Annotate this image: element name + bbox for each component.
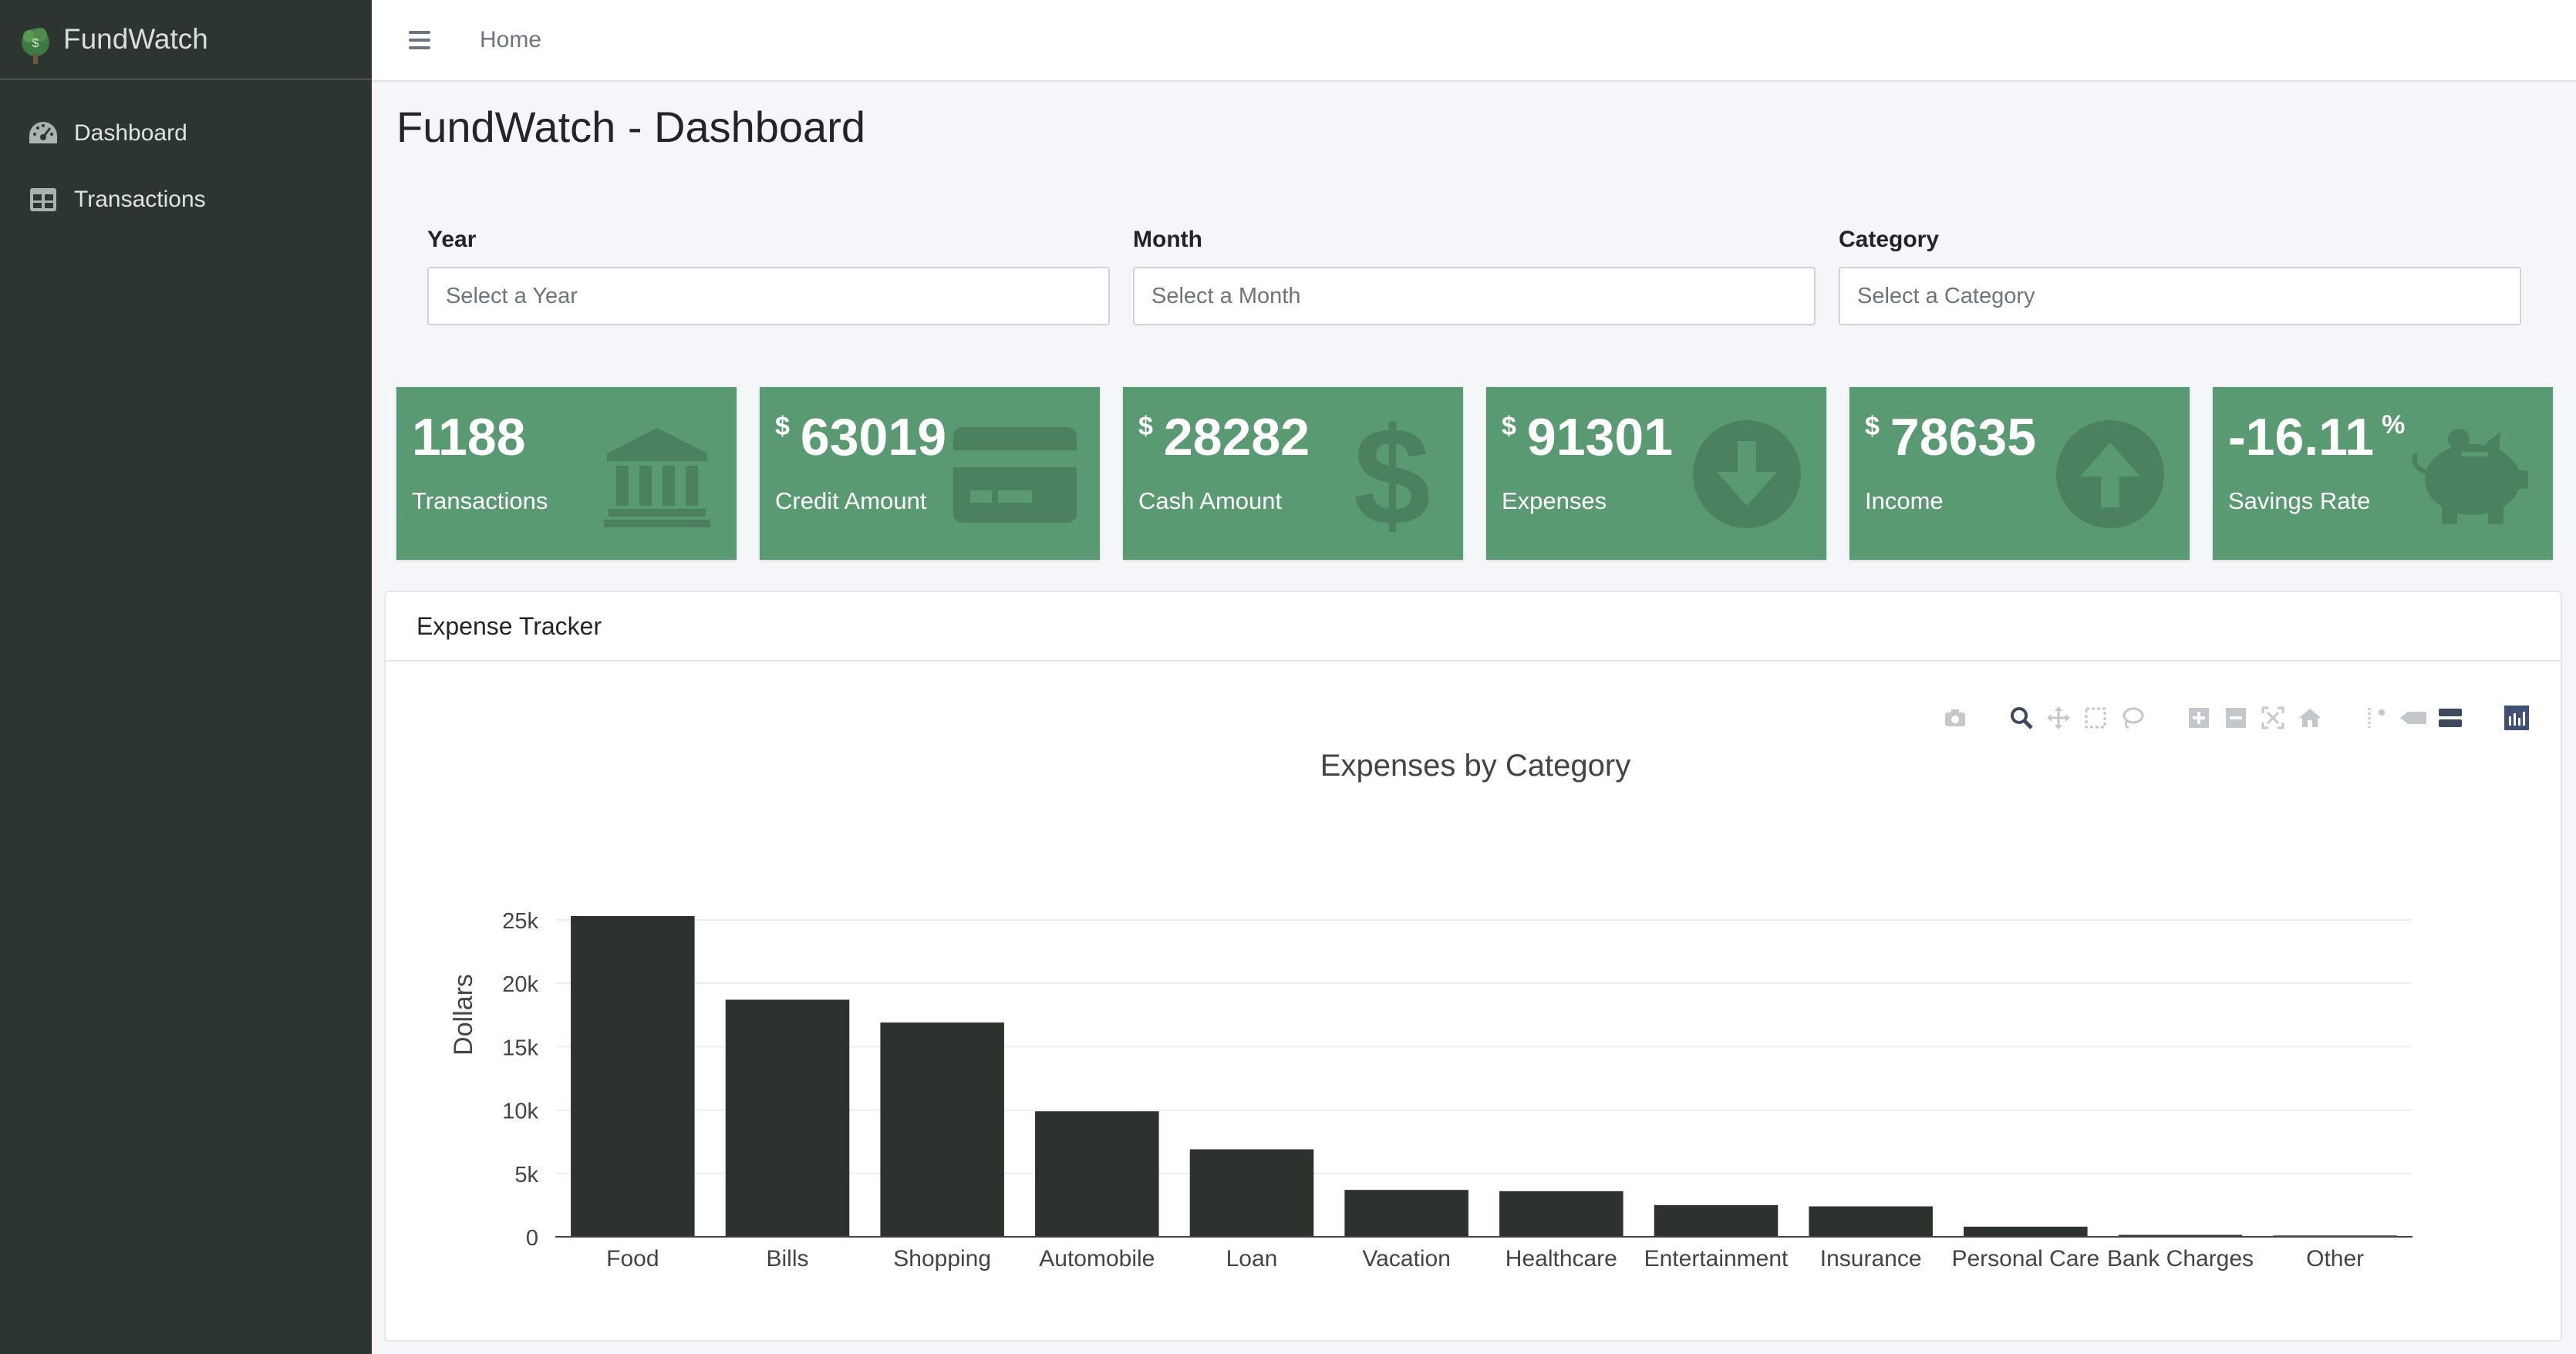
currency-symbol: $ [775,412,790,441]
stat-card-cash-amount: $ 28282 Cash Amount $ [1123,387,1463,560]
stat-value: -16.11 [2228,408,2375,466]
stat-value: 78635 [1890,408,2037,466]
currency-symbol: $ [1865,412,1880,441]
filter-bar: Year Month Category [427,227,2522,325]
credit-card-icon [953,416,1078,532]
bar-vacation[interactable] [1344,1190,1468,1237]
x-tick-label: Bank Charges [2107,1246,2254,1271]
bar-food[interactable] [571,916,695,1237]
stat-value: 63019 [800,408,947,466]
svg-text:$: $ [32,37,39,50]
y-tick-label: 25k [502,909,538,934]
brand-logo-icon: $ [17,8,54,70]
expenses-bar-chart: Expenses by Category Dollars 0 5k 10k 15k 20… [449,749,2412,1271]
stat-cards: 1188 Transactions $ 63019 Credit Amount [396,387,2553,560]
sidebar-item-label: Transactions [74,187,206,212]
tachometer-icon [28,118,59,149]
stat-value: 91301 [1526,408,1674,466]
panel-title: Expense Tracker [386,592,2561,662]
stat-value: 28282 [1163,408,1310,466]
arrow-down-circle-icon [1689,416,1805,532]
y-tick-label: 20k [502,972,538,997]
bars [571,916,2397,1237]
y-axis-label: Dollars [449,974,478,1056]
stat-label: Cash Amount [1138,487,1283,514]
stat-card-credit-amount: $ 63019 Credit Amount [760,387,1100,560]
y-tick-label: 15k [502,1036,538,1060]
x-tick-label: Shopping [893,1246,991,1271]
brand[interactable]: $ FundWatch [0,0,372,80]
menu-toggle-icon[interactable] [395,15,444,65]
top-navbar: Home [372,0,2576,82]
nav-link-home[interactable]: Home [480,27,541,53]
stat-label: Credit Amount [775,487,927,514]
x-tick-label: Personal Care [1951,1246,2099,1271]
x-tick-label: Food [606,1246,659,1271]
y-tick-labels: 0 5k 10k 15k 20k 25k [502,909,538,1251]
sidebar-item-transactions[interactable]: Transactions [0,167,372,233]
x-tick-label: Entertainment [1644,1246,1789,1271]
category-label: Category [1839,227,1940,252]
stat-card-transactions: 1188 Transactions [396,387,737,560]
piggy-bank-icon [2412,416,2531,532]
bar-shopping[interactable] [880,1022,1004,1237]
month-filter: Month [1133,227,1816,325]
stat-label: Expenses [1502,487,1607,514]
stat-card-expenses: $ 91301 Expenses [1486,387,1826,560]
brand-name: FundWatch [63,23,208,55]
year-filter: Year [427,227,1110,325]
year-select[interactable] [427,267,1110,325]
bar-insurance[interactable] [1809,1206,1933,1237]
stat-value: 1188 [412,408,526,466]
stat-label: Savings Rate [2228,487,2371,514]
y-tick-label: 0 [526,1226,538,1251]
table-icon [28,184,59,215]
x-tick-label: Bills [766,1246,808,1271]
percent-symbol: % [2382,410,2406,440]
year-label: Year [427,227,477,252]
stat-card-income: $ 78635 Income [1849,387,2190,560]
currency-symbol: $ [1502,412,1516,441]
x-tick-label: Insurance [1820,1246,1922,1271]
month-select[interactable] [1133,267,1816,325]
bar-bills[interactable] [725,999,850,1237]
x-tick-label: Healthcare [1505,1246,1617,1271]
svg-text:$: $ [1354,416,1431,532]
bar-entertainment[interactable] [1654,1204,1779,1237]
stat-card-savings-rate: -16.11 % Savings Rate [2213,387,2553,560]
category-filter: Category [1839,227,2521,325]
category-select[interactable] [1839,267,2521,325]
x-tick-labels: Food Bills Shopping Automobile Loan Vacation H… [606,1246,2364,1271]
x-tick-label: Loan [1226,1246,1278,1271]
x-tick-label: Automobile [1039,1246,1155,1271]
stat-label: Transactions [412,487,548,514]
x-tick-label: Other [2306,1246,2364,1271]
y-tick-label: 10k [502,1100,538,1124]
dollar-icon: $ [1326,399,1441,554]
bank-icon [599,416,715,532]
month-label: Month [1133,227,1202,252]
bar-healthcare[interactable] [1499,1191,1623,1237]
y-tick-label: 5k [514,1163,538,1187]
bar-automobile[interactable] [1035,1111,1159,1237]
page-title: FundWatch - Dashboard [396,103,865,151]
sidebar: $ FundWatch Dashboard Transactions [0,0,372,1354]
sidebar-nav: Dashboard Transactions [0,80,372,233]
x-tick-label: Vacation [1362,1246,1451,1271]
stat-label: Income [1865,487,1944,514]
expense-tracker-panel: Expense Tracker Expenses by Category Dol… [384,591,2562,1342]
chart-title: Expenses by Category [1320,749,1630,783]
bar-personal-care[interactable] [1964,1226,2088,1237]
currency-symbol: $ [1138,412,1153,441]
arrow-up-circle-icon [2052,416,2168,532]
sidebar-item-label: Dashboard [74,120,187,146]
sidebar-item-dashboard[interactable]: Dashboard [0,100,372,167]
bar-loan[interactable] [1189,1149,1314,1237]
